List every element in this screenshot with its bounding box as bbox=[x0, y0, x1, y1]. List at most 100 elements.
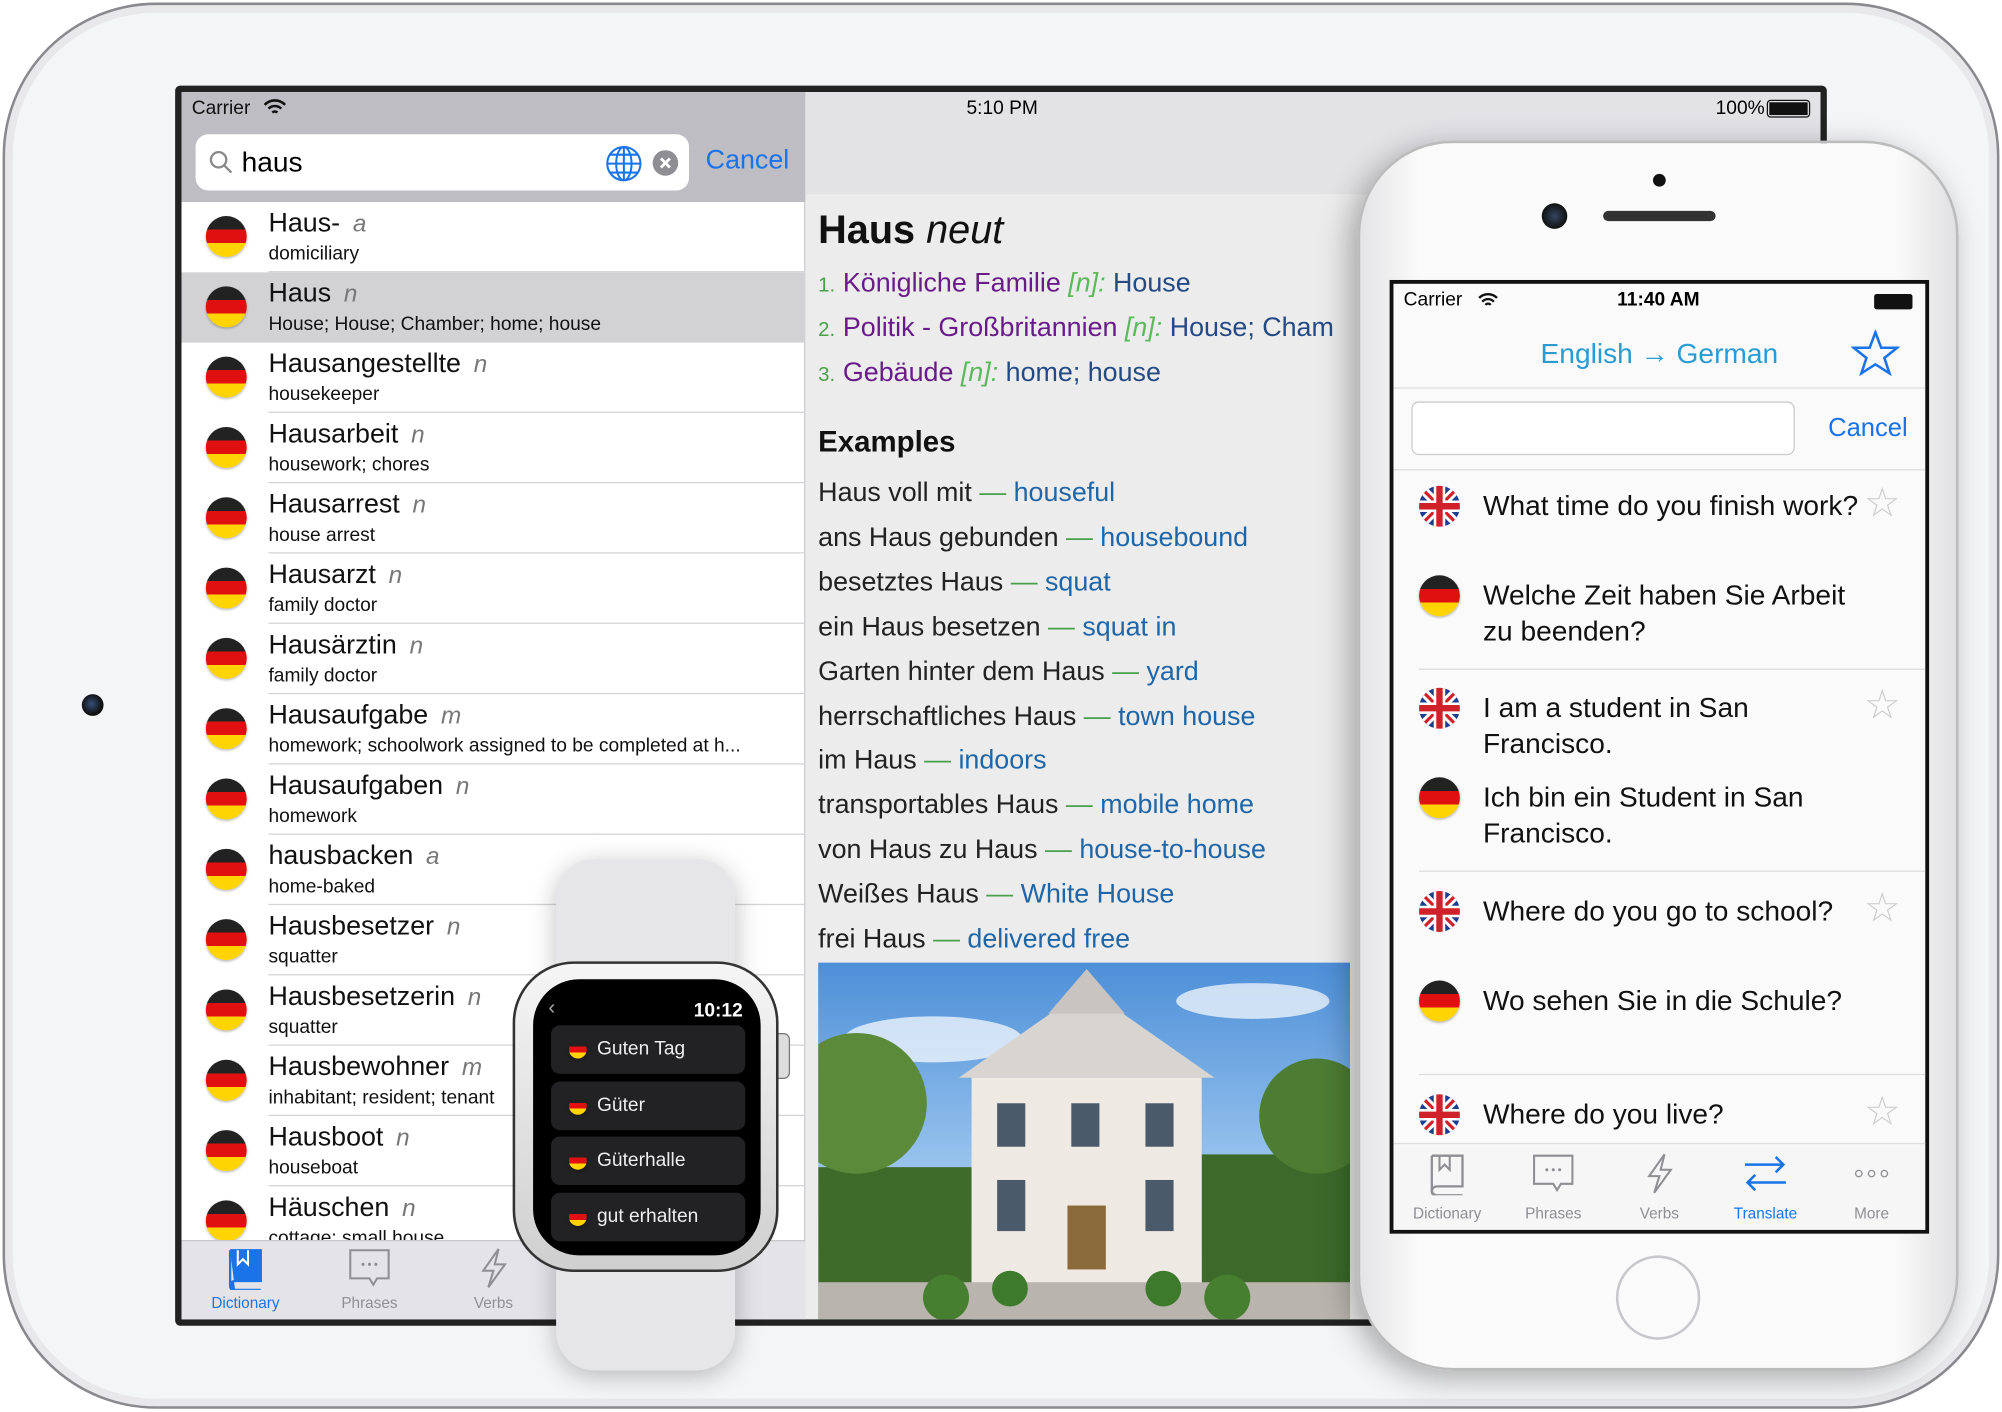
headword: Haus n bbox=[268, 279, 357, 310]
translation: home-baked bbox=[268, 875, 376, 898]
house-photo bbox=[818, 962, 1350, 1320]
watch-list-item[interactable]: gut erhalten bbox=[550, 1192, 746, 1241]
german-flag-icon bbox=[205, 637, 247, 679]
tab-label: More bbox=[1854, 1204, 1890, 1223]
example-german: besetztes Haus bbox=[818, 567, 1004, 597]
definition-number: 2. bbox=[818, 319, 836, 342]
uk-flag-icon bbox=[1419, 891, 1460, 932]
watch-list-item[interactable]: Güter bbox=[550, 1080, 746, 1130]
search-input[interactable] bbox=[241, 141, 587, 183]
word: Haus- bbox=[268, 208, 341, 238]
watch-list-item[interactable]: Güterhalle bbox=[550, 1136, 746, 1186]
result-row[interactable]: Hausarbeit n housework; chores bbox=[182, 413, 806, 484]
part-of-speech: n bbox=[412, 492, 427, 520]
carrier-label: Carrier bbox=[1403, 288, 1463, 311]
favorite-star-icon[interactable] bbox=[1851, 329, 1900, 376]
tab-more[interactable]: More bbox=[1820, 1152, 1922, 1222]
translation: house arrest bbox=[268, 524, 376, 546]
word: Hausaufgabe bbox=[268, 700, 429, 730]
star-icon[interactable]: ☆ bbox=[1864, 883, 1901, 932]
grammar: [n] bbox=[1068, 268, 1099, 298]
status-time: 11:40 AM bbox=[1617, 288, 1700, 311]
example-english[interactable]: mobile home bbox=[1100, 790, 1254, 819]
book-icon bbox=[194, 1246, 296, 1293]
word: Haus bbox=[268, 278, 332, 309]
result-row[interactable]: Haus-a domiciliary bbox=[182, 202, 806, 273]
tab-label: Phrases bbox=[1525, 1204, 1582, 1223]
ipad-camera bbox=[81, 694, 104, 716]
cancel-button[interactable]: Cancel bbox=[1828, 414, 1908, 443]
home-button[interactable] bbox=[1615, 1255, 1701, 1340]
definition: 1. Königliche Familie [n]: House bbox=[818, 268, 1191, 298]
headword: Haus bbox=[818, 207, 916, 252]
star-icon[interactable]: ☆ bbox=[1864, 1087, 1901, 1136]
german-flag-icon bbox=[205, 708, 247, 750]
result-row[interactable]: Hausaufgabe m homework; schoolwork assign… bbox=[182, 694, 806, 765]
dash: — bbox=[1048, 611, 1075, 642]
german-flag-icon bbox=[205, 989, 247, 1031]
example-english[interactable]: delivered free bbox=[967, 924, 1130, 953]
example-english[interactable]: house-to-house bbox=[1079, 835, 1266, 864]
tab-dictionary[interactable]: Dictionary bbox=[1396, 1152, 1498, 1222]
example-english[interactable]: houseful bbox=[1014, 478, 1116, 507]
example: besetztes Haus — squat bbox=[818, 567, 1111, 598]
translation: family doctor bbox=[268, 594, 378, 617]
word: Hausärztin bbox=[268, 630, 397, 660]
example-english[interactable]: housebound bbox=[1100, 523, 1248, 552]
result-row[interactable]: Hausaufgaben n homework bbox=[182, 764, 806, 835]
result-row[interactable]: Hausarzt n family doctor bbox=[182, 554, 806, 624]
result-row[interactable]: Hausangestellte n housekeeper bbox=[182, 343, 806, 413]
headword: Hausbesetzerin n bbox=[268, 982, 481, 1013]
tab-verbs[interactable]: Verbs bbox=[442, 1246, 544, 1312]
tab-verbs[interactable]: Verbs bbox=[1608, 1152, 1710, 1222]
example-english[interactable]: indoors bbox=[958, 746, 1046, 775]
star-icon[interactable]: ☆ bbox=[1864, 680, 1901, 729]
translation: domiciliary bbox=[268, 242, 360, 265]
dash: — bbox=[986, 879, 1014, 910]
tab-translate[interactable]: Translate bbox=[1714, 1152, 1816, 1222]
meaning[interactable]: House bbox=[1113, 268, 1191, 297]
definition-number: 1. bbox=[818, 274, 836, 297]
german-flag-icon bbox=[1419, 575, 1460, 617]
globe-icon[interactable] bbox=[605, 144, 643, 182]
entry-headword: Haus neut bbox=[818, 207, 1003, 253]
tab-phrases[interactable]: Phrases bbox=[318, 1246, 420, 1312]
german-flag-icon bbox=[205, 1130, 247, 1172]
back-icon[interactable]: ‹ bbox=[548, 997, 555, 1020]
dash: — bbox=[1010, 567, 1038, 597]
clear-icon[interactable] bbox=[652, 150, 679, 177]
translate-input[interactable] bbox=[1411, 401, 1795, 456]
part-of-speech: n bbox=[396, 1124, 410, 1152]
example-german: Weißes Haus bbox=[818, 879, 979, 910]
apple-watch: ‹ 10:12 Guten Tag Güter Güterhalle gut erha… bbox=[512, 961, 779, 1273]
definition: 2. Politik - Großbritannien [n]: House; C… bbox=[818, 313, 1334, 343]
tab-label: Dictionary bbox=[211, 1293, 280, 1312]
iphone-device: Carrier 11:40 AM English → German Cancel… bbox=[1357, 140, 1959, 1371]
meaning[interactable]: House; Cham bbox=[1170, 313, 1334, 342]
result-row[interactable]: Hausärztin n family doctor bbox=[182, 624, 806, 695]
example: frei Haus — delivered free bbox=[818, 924, 1130, 955]
tab-phrases[interactable]: Phrases bbox=[1502, 1152, 1604, 1222]
example-english[interactable]: squat bbox=[1045, 567, 1111, 596]
cancel-button[interactable]: Cancel bbox=[706, 146, 790, 177]
tab-dictionary[interactable]: Dictionary bbox=[194, 1246, 296, 1312]
example-english[interactable]: White House bbox=[1021, 880, 1175, 909]
example-english[interactable]: town house bbox=[1118, 701, 1255, 730]
watch-list-item[interactable]: Guten Tag bbox=[550, 1025, 746, 1074]
context: Politik - Großbritannien bbox=[842, 313, 1118, 343]
search-field[interactable] bbox=[195, 134, 690, 191]
divider bbox=[1393, 387, 1926, 389]
star-icon[interactable]: ☆ bbox=[1864, 478, 1901, 527]
result-row[interactable]: Haus n House; House; Chamber; home; house bbox=[181, 272, 806, 343]
example-english[interactable]: yard bbox=[1146, 657, 1198, 686]
speaker bbox=[1603, 210, 1716, 222]
headword: Häuschen n bbox=[268, 1193, 415, 1224]
meaning[interactable]: home; house bbox=[1006, 358, 1161, 387]
example-english[interactable]: squat in bbox=[1082, 612, 1176, 641]
dash: — bbox=[1112, 656, 1139, 686]
german-flag-icon bbox=[568, 1040, 587, 1059]
tab-label: Phrases bbox=[341, 1293, 398, 1312]
result-row[interactable]: Hausarrest n house arrest bbox=[182, 483, 806, 554]
dash: — bbox=[1083, 701, 1111, 731]
translation: squatter bbox=[268, 946, 338, 968]
